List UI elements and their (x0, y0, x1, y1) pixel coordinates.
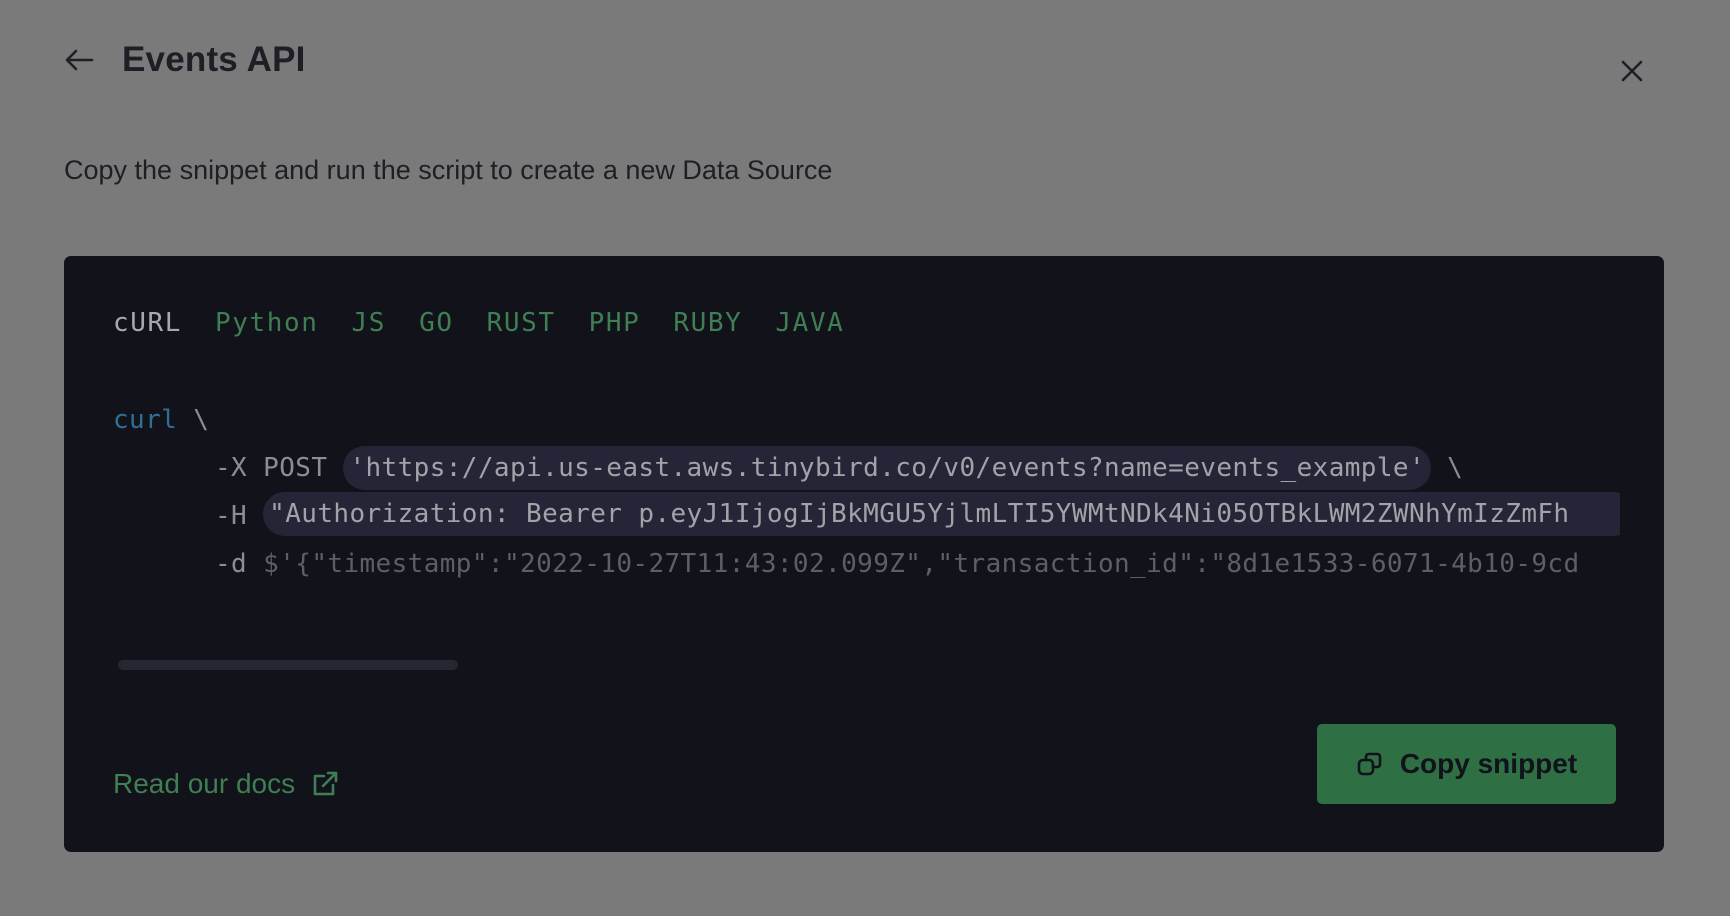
tab-rust[interactable]: RUST (487, 308, 556, 338)
close-button[interactable] (1616, 55, 1648, 87)
arrow-left-icon (65, 49, 94, 71)
code-payload: $'{"timestamp":"2022-10-27T11:43:02.099Z… (263, 549, 1580, 579)
external-link-icon (313, 771, 338, 796)
code-url-highlight: 'https://api.us-east.aws.tinybird.co/v0/… (343, 446, 1432, 490)
tab-js[interactable]: JS (352, 308, 387, 338)
back-button[interactable] (62, 43, 96, 77)
tab-curl[interactable]: cURL (113, 308, 182, 338)
code-snippet-panel: cURL Python JS GO RUST PHP RUBY JAVA cur… (64, 256, 1664, 852)
tab-php[interactable]: PHP (589, 308, 641, 338)
code-block[interactable]: curl \ -X POST 'https://api.us-east.aws.… (113, 396, 1620, 588)
code-continuation: \ (177, 405, 210, 435)
language-tabs: cURL Python JS GO RUST PHP RUBY JAVA (113, 308, 844, 338)
copy-snippet-label: Copy snippet (1399, 748, 1578, 779)
copy-icon (1357, 752, 1382, 776)
code-command: curl (113, 405, 178, 435)
code-flag-header: -H (215, 501, 264, 531)
code-line-data: -d $'{"timestamp":"2022-10-27T11:43:02.0… (113, 540, 1620, 588)
code-flag-data: -d (215, 549, 264, 579)
code-continuation: \ (1431, 453, 1464, 483)
read-docs-link[interactable]: Read our docs (113, 768, 339, 800)
read-docs-label: Read our docs (113, 768, 296, 799)
code-line-method: -X POST 'https://api.us-east.aws.tinybir… (113, 444, 1620, 492)
close-icon (1621, 60, 1643, 82)
page-title: Events API (122, 40, 306, 79)
tab-java[interactable]: JAVA (775, 308, 844, 338)
code-flag-method: -X POST (215, 453, 344, 483)
tab-go[interactable]: GO (419, 308, 454, 338)
code-auth-highlight: "Authorization: Bearer p.eyJ1IjogIjBkMGU… (263, 492, 1620, 536)
tab-python[interactable]: Python (215, 308, 319, 338)
code-line-header: -H "Authorization: Bearer p.eyJ1IjogIjBk… (113, 492, 1620, 540)
horizontal-scrollbar[interactable] (118, 660, 458, 670)
modal-header: Events API (62, 40, 306, 80)
tab-ruby[interactable]: RUBY (673, 308, 742, 338)
copy-snippet-button[interactable]: Copy snippet (1317, 724, 1616, 804)
page-description: Copy the snippet and run the script to c… (64, 155, 833, 185)
code-line-curl: curl \ (113, 396, 1620, 444)
